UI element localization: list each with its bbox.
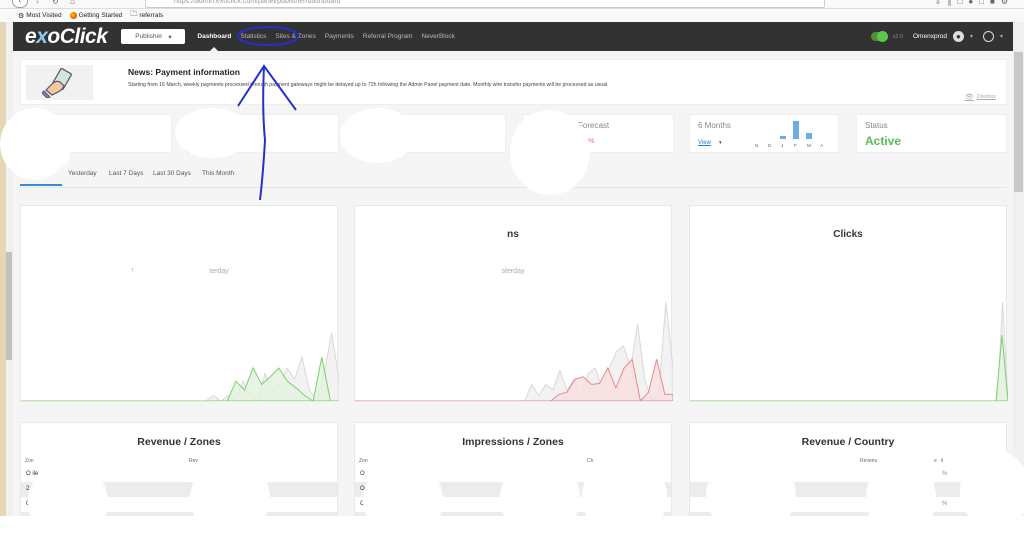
table-title: Revenue / Country (801, 436, 895, 448)
username[interactable]: Omenxprod (913, 33, 947, 40)
column-header-revenue[interactable]: Revenu (860, 458, 877, 464)
nav-sites-zones[interactable]: Sites & Zones (275, 33, 315, 40)
nav-dashboard[interactable]: Dashboard (197, 33, 231, 51)
redaction (866, 458, 936, 538)
browser-extension-icons[interactable]: ⇩∥□●□■⚙ (935, 0, 1014, 6)
clicks-chart-panel: Clicks (689, 205, 1008, 402)
version-toggle[interactable] (870, 31, 888, 42)
url-bar[interactable]: https://admin.exoclick.com/panel/publish… (145, 0, 825, 8)
column-header-revenue[interactable]: Rev (189, 458, 198, 464)
tab-last-7-days[interactable]: Last 7 Days (109, 170, 143, 177)
status-value: Active (865, 134, 902, 148)
nav-statistics[interactable]: Statistics (240, 33, 266, 40)
redaction (340, 108, 415, 163)
month-label: D (768, 144, 772, 149)
bookmark-most-visited[interactable]: ⚙ Most Visited (18, 12, 62, 20)
right-scrollbar-thumb[interactable] (1014, 52, 1023, 192)
bookmark-referrals[interactable]: 🗀 referrals (130, 10, 163, 21)
status-card: Status Active (856, 114, 1007, 153)
six-months-card: 6 Months View ▾ N D J F M A (689, 114, 839, 153)
tab-yesterday[interactable]: Yesterday (68, 170, 97, 177)
tab-last-30-days[interactable]: Last 30 Days (153, 170, 191, 177)
sort-icon[interactable]: ⇕ (940, 458, 944, 464)
user-icon[interactable]: ● (952, 31, 964, 42)
eye-slash-icon: 👁 (964, 94, 974, 101)
month-label: N (755, 144, 759, 149)
impressions-chart-panel: ns sterday (354, 205, 673, 402)
nav-neverblock[interactable]: NeverBlock (422, 33, 455, 40)
bookmarks-bar: ⚙ Most Visited Getting Started 🗀 referrals (0, 9, 1024, 22)
column-header-zone[interactable]: Zon (25, 458, 34, 464)
news-title: News: Payment information (128, 67, 240, 77)
news-text: Starting from 16 March, weekly payments … (128, 82, 609, 88)
month-bar (780, 136, 786, 139)
news-banner: News: Payment information Starting from … (20, 59, 1007, 105)
month-bar (793, 121, 799, 139)
redaction (510, 110, 590, 195)
status-label: Status (865, 121, 888, 130)
nav-payments[interactable]: Payments (325, 33, 354, 40)
redaction (582, 455, 667, 540)
dismiss-link[interactable]: 👁 Dismiss (965, 93, 996, 101)
forward-button[interactable]: › (36, 0, 39, 6)
payment-hand-icon (26, 65, 93, 100)
globe-icon[interactable] (982, 31, 994, 42)
active-tab-indicator (20, 184, 62, 186)
view-link[interactable]: View (698, 140, 711, 146)
folder-icon: 🗀 (130, 11, 138, 18)
month-label: M (807, 144, 811, 149)
column-header-ch[interactable]: Ch (587, 458, 593, 464)
gear-icon: ⚙ (18, 12, 25, 20)
redaction (500, 458, 580, 538)
table-title: Revenue / Zones (137, 436, 221, 448)
browser-toolbar: ‹ › ↻ ⌂ https://admin.exoclick.com/panel… (0, 0, 1024, 9)
bookmark-getting-started[interactable]: Getting Started (69, 12, 122, 19)
chevron-down-icon: ▾ (168, 33, 172, 41)
month-label: J (781, 144, 784, 149)
user-menu-chevron-icon[interactable]: ▾ (970, 33, 973, 40)
month-label: A (820, 144, 824, 149)
revenue-area-chart (21, 332, 339, 401)
column-header-zone[interactable]: Zon (359, 458, 368, 464)
language-chevron-icon[interactable]: ▾ (1000, 33, 1003, 40)
redaction (175, 108, 250, 158)
current-period-series (690, 334, 1008, 401)
table-title: Impressions / Zones (462, 436, 564, 448)
view-dropdown-icon[interactable]: ▾ (719, 140, 722, 146)
redaction (363, 460, 443, 540)
exoclick-logo[interactable]: exoClick (25, 25, 108, 49)
redaction (960, 450, 1024, 530)
redaction (30, 140, 70, 170)
firefox-icon (69, 12, 77, 19)
redaction (28, 462, 108, 542)
month-bar (806, 132, 812, 139)
back-button[interactable]: ‹ (12, 0, 28, 8)
impressions-area-chart (355, 301, 673, 401)
nav-referral-program[interactable]: Referral Program (363, 33, 413, 40)
column-header-change[interactable]: e (934, 458, 937, 464)
left-scrollbar-thumb[interactable] (6, 252, 12, 360)
redaction (190, 458, 270, 538)
app-navbar: exoClick Publisher ▾ Dashboard Statistics… (13, 22, 1013, 51)
month-label: F (794, 144, 797, 149)
previous-period-series (690, 301, 1008, 401)
publisher-dropdown[interactable]: Publisher ▾ (121, 29, 186, 44)
clicks-area-chart (690, 301, 1008, 401)
tab-this-month[interactable]: This Month (202, 170, 234, 177)
version-label: v2.0 (892, 33, 903, 40)
six-months-label: 6 Months (698, 121, 731, 130)
reload-button[interactable]: ↻ (52, 0, 59, 6)
home-button[interactable]: ⌂ (70, 0, 75, 6)
revenue-chart-panel: ↑ terday (20, 205, 339, 402)
redaction (706, 455, 796, 535)
